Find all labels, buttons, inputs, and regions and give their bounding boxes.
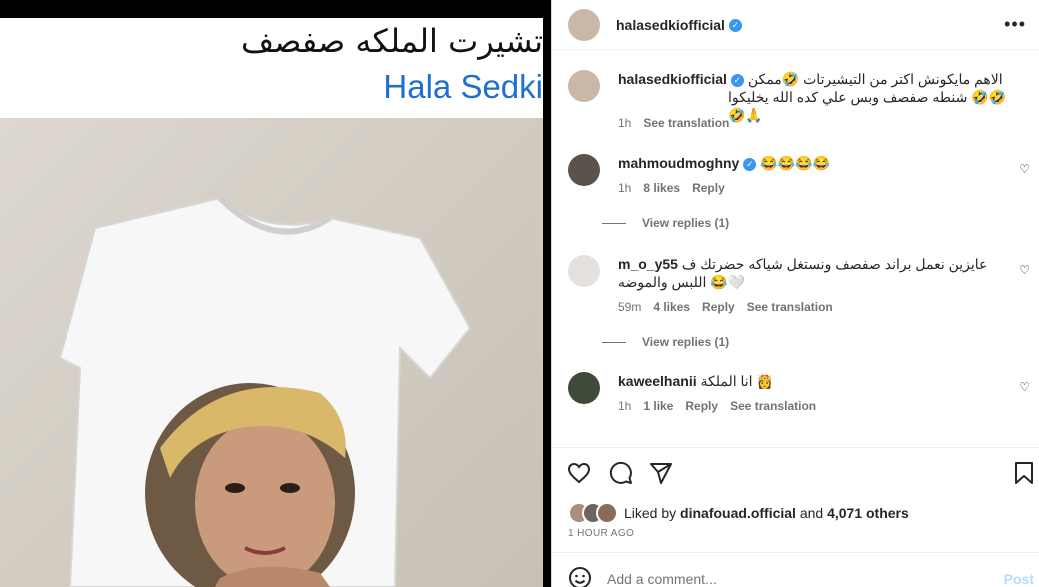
- caption-line-1: الاهم مايكونش اكتر من التيشيرتات 🤣ممكن: [747, 71, 1003, 87]
- comment-input[interactable]: Add a comment...: [607, 571, 717, 587]
- comment-item: m_o_y55 عايزين نعمل براند صفصف ونستغل شي…: [568, 255, 1030, 365]
- post-comment-button[interactable]: Post: [1004, 571, 1034, 587]
- post-image[interactable]: تشيرت الملكه صفصف Hala Sedki: [0, 0, 551, 587]
- comment-avatar[interactable]: [568, 372, 600, 404]
- comments-list[interactable]: halasedkiofficial ✓ الاهم مايكونش اكتر من…: [552, 50, 1039, 440]
- comment-avatar[interactable]: [568, 154, 600, 186]
- comment-time: 59m: [618, 300, 642, 314]
- comment-reply-button[interactable]: Reply: [692, 181, 725, 195]
- likes-count[interactable]: 4,071 others: [827, 505, 909, 521]
- post-details-panel: halasedkiofficial ✓ ••• halasedkiofficial…: [551, 0, 1039, 587]
- comment-likes[interactable]: 1 like: [643, 399, 673, 413]
- author-name-wrap[interactable]: halasedkiofficial ✓: [616, 17, 742, 35]
- comment-text-line-2: اللبس والموضه 😂🤍: [618, 274, 746, 290]
- instagram-post-view: تشيرت الملكه صفصف Hala Sedki halasedkiof…: [0, 0, 1039, 587]
- likes-summary: Liked by dinafouad.official and 4,071 ot…: [568, 502, 1028, 524]
- caption-time: 1h: [618, 116, 632, 130]
- image-top-bar: [0, 0, 551, 18]
- comment-like-icon[interactable]: ♡: [1019, 162, 1030, 176]
- add-comment-bar: Add a comment... Post: [552, 552, 1039, 587]
- author-username[interactable]: halasedkiofficial: [616, 17, 725, 33]
- heart-icon[interactable]: [567, 462, 591, 484]
- verified-icon: ✓: [730, 73, 744, 87]
- view-replies[interactable]: View replies (1): [602, 216, 729, 230]
- comment-like-icon[interactable]: ♡: [1019, 263, 1030, 277]
- comment-text: انا الملكة 👸: [700, 373, 774, 389]
- bookmark-icon[interactable]: [1014, 461, 1034, 485]
- tshirt-photo: [0, 118, 551, 587]
- author-avatar[interactable]: [568, 9, 600, 41]
- post-actions-bar: [552, 447, 1039, 497]
- post-time-ago: 1 HOUR AGO: [568, 528, 635, 539]
- share-icon[interactable]: [649, 461, 673, 485]
- comment-icon[interactable]: [609, 461, 633, 485]
- caption-line-2: شنطه صفصف وبس علي كده الله يخليكوا 🤣🤣🤣🙏: [728, 89, 1007, 123]
- post-caption: halasedkiofficial ✓ الاهم مايكونش اكتر من…: [568, 70, 1008, 140]
- tshirt-illustration: [58, 195, 472, 587]
- likes-prefix: Liked by: [624, 505, 677, 521]
- comment-avatar[interactable]: [568, 255, 600, 287]
- comment-username[interactable]: m_o_y55: [618, 256, 678, 272]
- comment-text-wrap: kaweelhanii انا الملكة 👸: [618, 372, 1008, 390]
- comment-text: 😂😂😂😂: [760, 155, 830, 171]
- image-title-arabic: تشيرت الملكه صفصف: [240, 22, 543, 60]
- likes-text: Liked by dinafouad.official and 4,071 ot…: [624, 505, 909, 521]
- image-title-english: Hala Sedki: [383, 68, 543, 105]
- comment-item: kaweelhanii انا الملكة 👸 1h 1 like Reply Se…: [568, 372, 1030, 432]
- comment-username[interactable]: mahmoudmoghny: [618, 155, 739, 171]
- caption-meta: 1h See translation: [618, 116, 741, 130]
- comment-username[interactable]: kaweelhanii: [618, 373, 697, 389]
- view-replies[interactable]: View replies (1): [602, 335, 729, 349]
- comment-reply-button[interactable]: Reply: [685, 399, 718, 413]
- more-icon[interactable]: •••: [1004, 14, 1026, 35]
- caption-see-translation[interactable]: See translation: [643, 116, 729, 130]
- image-right-border: [543, 0, 551, 587]
- emoji-icon[interactable]: [568, 566, 592, 587]
- likes-user[interactable]: dinafouad.official: [680, 505, 796, 521]
- verified-icon: ✓: [728, 19, 742, 33]
- verified-icon: ✓: [743, 157, 757, 171]
- caption-username[interactable]: halasedkiofficial: [618, 71, 727, 87]
- comment-meta: 1h 8 likes Reply: [618, 181, 737, 195]
- comment-see-translation[interactable]: See translation: [730, 399, 816, 413]
- comment-reply-button[interactable]: Reply: [702, 300, 735, 314]
- comment-like-icon[interactable]: ♡: [1019, 380, 1030, 394]
- comment-text-wrap: mahmoudmoghny ✓ 😂😂😂😂: [618, 154, 1008, 172]
- comment-likes[interactable]: 4 likes: [653, 300, 690, 314]
- likes-and: and: [799, 505, 824, 521]
- caption-avatar[interactable]: [568, 70, 600, 102]
- comment-item: mahmoudmoghny ✓ 😂😂😂😂 1h 8 likes Reply ♡ Vie…: [568, 154, 1030, 244]
- comment-see-translation[interactable]: See translation: [747, 300, 833, 314]
- comment-meta: 1h 1 like Reply See translation: [618, 399, 828, 413]
- comment-likes[interactable]: 8 likes: [643, 181, 680, 195]
- comment-meta: 59m 4 likes Reply See translation: [618, 300, 845, 314]
- comment-time: 1h: [618, 399, 632, 413]
- liker-avatar[interactable]: [596, 502, 618, 524]
- comment-text: عايزين نعمل براند صفصف ونستغل شياكه حضرت…: [681, 256, 988, 272]
- comment-time: 1h: [618, 181, 632, 195]
- comment-text-wrap: m_o_y55 عايزين نعمل براند صفصف ونستغل شي…: [618, 255, 1008, 291]
- post-header: halasedkiofficial ✓ •••: [552, 0, 1039, 50]
